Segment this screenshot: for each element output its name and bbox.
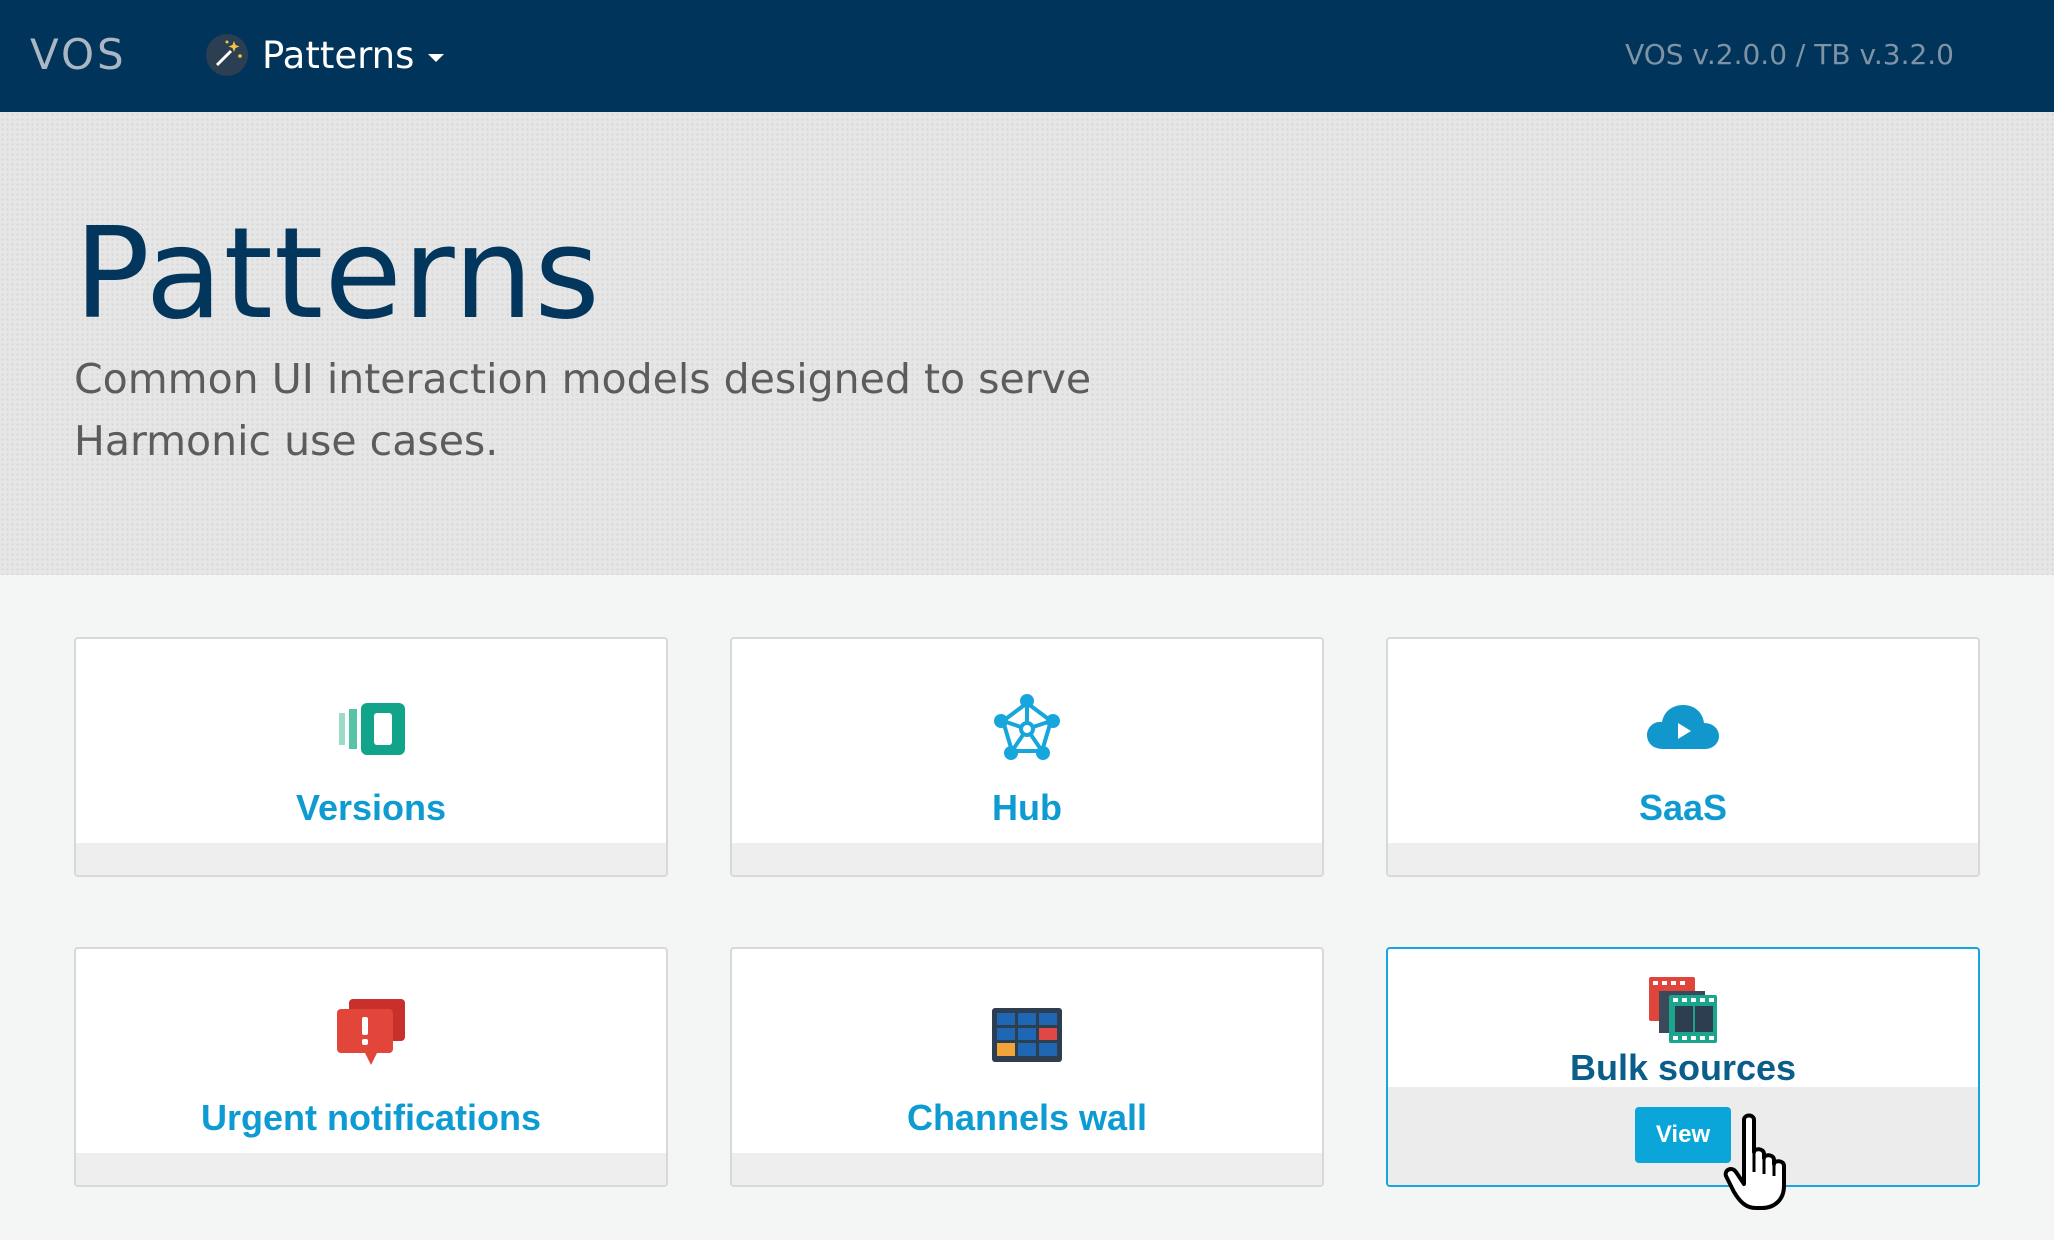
card-footer (76, 843, 666, 875)
card-title: Versions (295, 787, 447, 828)
page-title: Patterns (74, 200, 601, 347)
card-footer (732, 843, 1322, 875)
card-title: SaaS (1638, 787, 1728, 828)
card-footer: View (1388, 1087, 1978, 1185)
card-title: Urgent notifications (201, 1097, 541, 1138)
hero-banner: Patterns Common UI interaction models de… (0, 112, 2054, 575)
channels-wall-icon (991, 1008, 1063, 1068)
card-footer (1388, 843, 1978, 875)
version-label: VOS v.2.0.0 / TB v.3.2.0 (1625, 38, 1954, 71)
vos-logo[interactable]: VOS (30, 30, 127, 79)
bulk-sources-icon (1647, 975, 1719, 1050)
hub-icon (991, 694, 1063, 770)
pattern-card-saas[interactable]: SaaS (1386, 637, 1980, 877)
card-footer (732, 1153, 1322, 1185)
pattern-card-urgent-notifications[interactable]: Urgent notifications (74, 947, 668, 1187)
view-button[interactable]: View (1635, 1107, 1731, 1163)
card-footer (76, 1153, 666, 1185)
pattern-card-bulk-sources[interactable]: Bulk sources View (1386, 947, 1980, 1187)
page-subtitle: Common UI interaction models designed to… (74, 355, 1092, 465)
magic-wand-icon (206, 34, 248, 76)
card-title: Bulk sources (1569, 1047, 1797, 1088)
hand-pointer-cursor-icon (1722, 1112, 1802, 1217)
top-navbar: VOS Patterns VOS v.2.0.0 / TB v.3.2.0 (0, 0, 2054, 112)
pattern-card-channels-wall[interactable]: Channels wall (730, 947, 1324, 1187)
patterns-nav-dropdown[interactable]: Patterns (206, 30, 445, 80)
nav-dropdown-label: Patterns (262, 33, 415, 77)
cloud-play-icon (1645, 701, 1721, 758)
chevron-down-icon (428, 54, 445, 62)
pattern-card-versions[interactable]: Versions (74, 637, 668, 877)
card-title: Hub (992, 787, 1062, 828)
versions-icon (335, 701, 407, 762)
card-title: Channels wall (906, 1097, 1148, 1138)
urgent-notification-icon (335, 999, 407, 1074)
pattern-card-hub[interactable]: Hub (730, 637, 1324, 877)
